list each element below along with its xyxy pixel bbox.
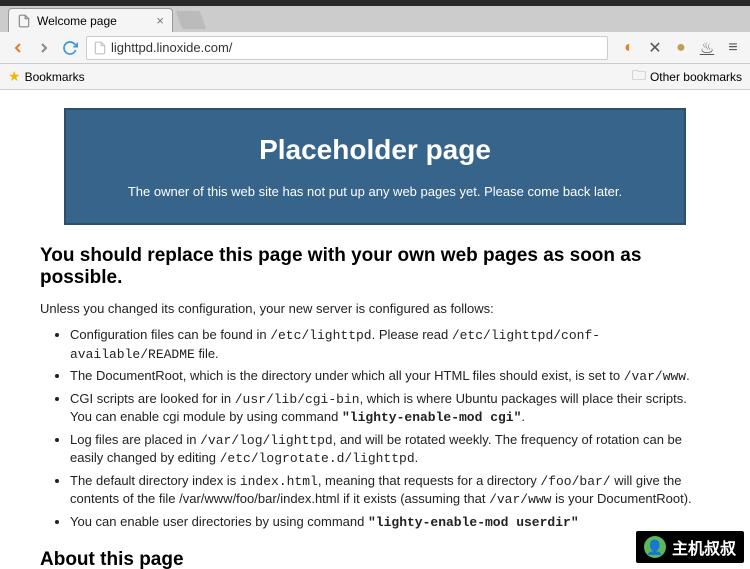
banner-title: Placeholder page (86, 134, 664, 166)
tab-title: Welcome page (37, 14, 117, 28)
heading-replace: You should replace this page with your o… (40, 245, 710, 289)
tab-bar: Welcome page × (0, 6, 750, 32)
forward-button[interactable] (34, 38, 54, 58)
chevron-right-icon (36, 40, 52, 56)
config-list: Configuration files can be found in /etc… (70, 326, 710, 531)
watermark: 👤 主机叔叔 (636, 531, 744, 563)
extension-icon-3[interactable]: ● (672, 39, 690, 57)
list-item: CGI scripts are looked for in /usr/lib/c… (70, 390, 710, 427)
watermark-text: 主机叔叔 (672, 535, 736, 559)
star-icon: ★ (8, 68, 21, 85)
bookmarks-label: Bookmarks (25, 70, 85, 84)
page-content: You should replace this page with your o… (40, 245, 710, 569)
folder-icon: 🗀 (632, 65, 646, 89)
page-icon (17, 14, 31, 28)
page-icon (93, 41, 107, 55)
watermark-icon: 👤 (644, 536, 666, 558)
bookmarks-bar: ★ Bookmarks 🗀 Other bookmarks (0, 64, 750, 90)
menu-icon[interactable]: ≡ (724, 39, 742, 57)
chevron-left-icon (10, 40, 26, 56)
reload-icon (62, 40, 78, 56)
list-item: Configuration files can be found in /etc… (70, 326, 710, 363)
close-icon[interactable]: × (156, 13, 164, 28)
other-bookmarks-button[interactable]: 🗀 Other bookmarks (632, 65, 742, 89)
url-text: lighttpd.linoxide.com/ (111, 40, 232, 55)
browser-tab[interactable]: Welcome page × (8, 8, 173, 32)
intro-text: Unless you changed its configuration, yo… (40, 301, 710, 316)
content-area[interactable]: Placeholder page The owner of this web s… (0, 90, 750, 569)
toolbar: lighttpd.linoxide.com/ ◐ ✕ ● ♨ ≡ (0, 32, 750, 64)
heading-about: About this page (40, 549, 710, 569)
extension-icon-4[interactable]: ♨ (698, 39, 716, 57)
banner-subtitle: The owner of this web site has not put u… (86, 184, 664, 199)
list-item: The DocumentRoot, which is the directory… (70, 367, 710, 386)
bookmarks-button[interactable]: ★ Bookmarks (8, 68, 85, 85)
list-item: Log files are placed in /var/log/lighttp… (70, 431, 710, 468)
banner: Placeholder page The owner of this web s… (64, 108, 686, 225)
list-item: You can enable user directories by using… (70, 513, 710, 532)
new-tab-button[interactable] (176, 11, 207, 29)
other-bookmarks-label: Other bookmarks (650, 70, 742, 84)
back-button[interactable] (8, 38, 28, 58)
extension-icon-1[interactable]: ◐ (620, 39, 638, 57)
list-item: The default directory index is index.htm… (70, 472, 710, 509)
reload-button[interactable] (60, 38, 80, 58)
url-bar[interactable]: lighttpd.linoxide.com/ (86, 36, 608, 60)
extension-icon-2[interactable]: ✕ (646, 39, 664, 57)
